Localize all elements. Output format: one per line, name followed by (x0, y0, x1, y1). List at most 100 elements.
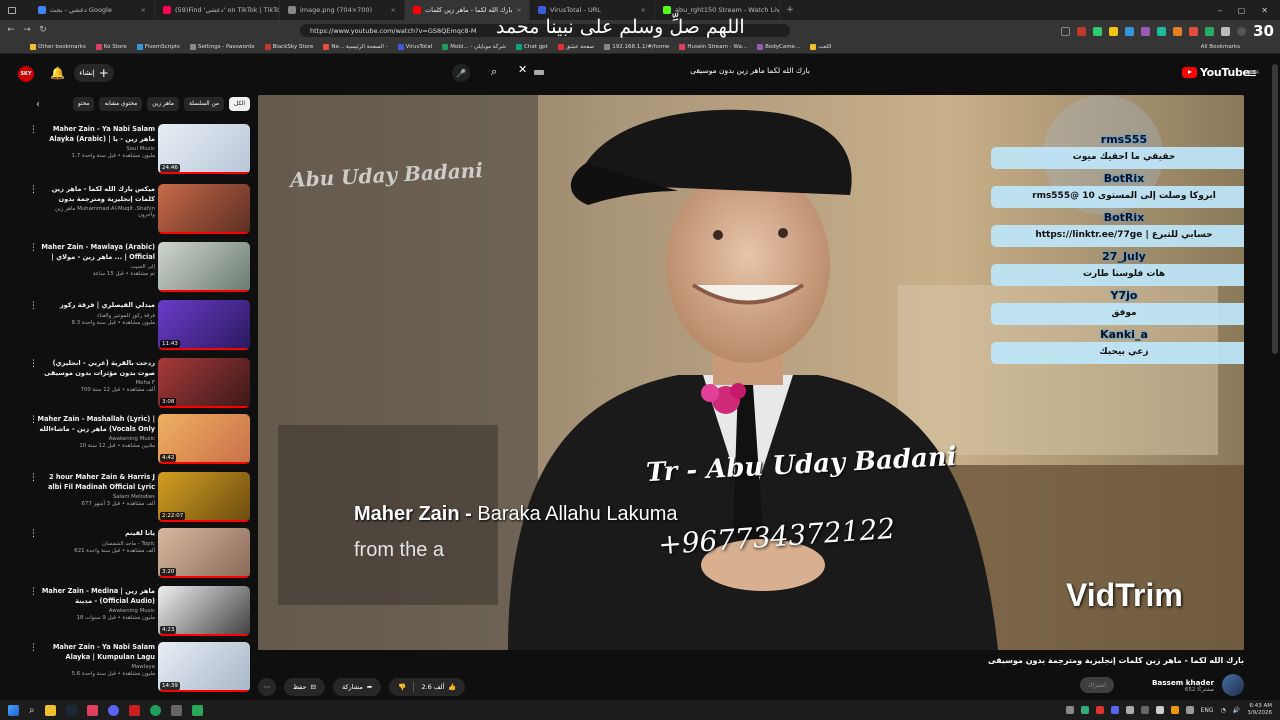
tray-icon[interactable] (1095, 706, 1104, 714)
more-options-icon[interactable]: ⋮ (29, 360, 38, 369)
forward-arrow-icon[interactable]: → (22, 25, 32, 35)
clear-search-icon[interactable]: ✕ (518, 63, 527, 76)
filter-chip[interactable]: محتو (72, 97, 95, 111)
recommended-video[interactable]: ⋮ ردحت بالقرية (عربي - انجليزي) صوت بدون … (25, 356, 253, 410)
extension-icon[interactable] (1109, 26, 1119, 36)
page-scrollbar[interactable] (1272, 64, 1278, 354)
more-options-icon[interactable]: ⋮ (29, 530, 38, 539)
browser-tab[interactable]: (59)Find 'دعشي' on TikTok | TikTok Se× (155, 0, 280, 20)
channel-avatar[interactable] (1222, 674, 1244, 696)
new-tab-button[interactable]: + (780, 5, 800, 15)
windows-start-icon[interactable] (8, 704, 19, 716)
bookmark-item[interactable]: 192.168.1.1/#/home (604, 43, 669, 50)
tray-icon[interactable] (1185, 706, 1194, 714)
search-input[interactable]: بارك الله لكما ماهر زين بدون موسيقى (560, 66, 810, 75)
bookmark-item[interactable]: Settings - Passwords (189, 43, 255, 50)
recommended-video[interactable]: ⋮ يانا لقيتم ماجد الشمسان - Topic 621 ألف م… (25, 526, 253, 580)
app-icon[interactable] (170, 704, 182, 716)
video-thumbnail[interactable]: 3:20 (158, 528, 250, 578)
more-options-icon[interactable]: ⋮ (29, 302, 38, 311)
extension-icon[interactable] (1173, 26, 1183, 36)
bookmark-item[interactable]: اللعب (810, 43, 831, 50)
share-button[interactable]: مشاركة ➦ (332, 678, 382, 696)
hamburger-menu-icon[interactable]: ≡ (1247, 66, 1257, 80)
minimize-icon[interactable]: – (1218, 6, 1222, 15)
tray-icon[interactable] (1080, 706, 1089, 714)
bookmark-item[interactable]: Other bookmarks (30, 43, 86, 50)
recommended-video[interactable]: ⋮ ميكس بارك الله لكما - ماهر زين كلمات إن… (25, 182, 253, 236)
bookmark-item[interactable]: Husein Stream - Wa... (679, 43, 747, 50)
steam-icon[interactable] (65, 704, 77, 716)
chrome-icon[interactable] (149, 704, 161, 716)
more-actions-button[interactable]: ⋯ (258, 678, 276, 696)
filter-chip[interactable]: ماهر زين (147, 97, 179, 111)
channel-name[interactable]: Bassem khader (1152, 678, 1214, 687)
recommended-video[interactable]: ⋮ Maher Zain - Medina | ماهر زين - مدينة … (25, 584, 253, 638)
more-options-icon[interactable]: ⋮ (29, 588, 38, 597)
maximize-icon[interactable]: ▢ (1238, 6, 1246, 15)
tray-icon[interactable] (1155, 706, 1164, 714)
tray-icon[interactable] (1170, 706, 1179, 714)
video-thumbnail[interactable] (158, 184, 250, 234)
filter-chip[interactable]: الكل (229, 97, 250, 111)
extension-icon[interactable] (1093, 26, 1103, 36)
notifications-bell-icon[interactable]: 🔔 (50, 66, 65, 80)
video-thumbnail[interactable]: 4:23 (158, 586, 250, 636)
more-options-icon[interactable]: ⋮ (29, 244, 38, 253)
tray-icon[interactable] (1065, 706, 1074, 714)
tray-icon[interactable] (1140, 706, 1149, 714)
reload-icon[interactable]: ↻ (38, 25, 48, 35)
more-options-icon[interactable]: ⋮ (29, 644, 38, 653)
wifi-icon[interactable]: ◔ (1221, 707, 1226, 714)
filter-chip[interactable]: من السلسلة (184, 97, 225, 111)
video-thumbnail[interactable]: 2:22:07 (158, 472, 250, 522)
video-thumbnail[interactable] (158, 242, 250, 292)
video-thumbnail[interactable]: 14:39 (158, 642, 250, 692)
extension-icon[interactable] (1221, 26, 1231, 36)
file-explorer-icon[interactable] (44, 704, 56, 716)
more-options-icon[interactable]: ⋮ (29, 186, 38, 195)
bookmark-item[interactable]: Mobi... - شركة موبايلي (442, 43, 506, 50)
browser-tab[interactable]: image.png (704×700) × (280, 0, 405, 20)
recommended-video[interactable]: ⋮ Maher Zain - Ya Nabi Salam Alayka (Arab… (25, 122, 253, 176)
profile-icon[interactable] (1237, 26, 1247, 36)
bookmark-item[interactable]: صفحة عشق (557, 43, 594, 50)
bookmark-item[interactable]: Chat gpt (516, 43, 548, 50)
dislike-icon[interactable]: 👎 (398, 683, 406, 691)
save-button[interactable]: حفظ ⊟ (284, 678, 325, 696)
more-options-icon[interactable]: ⋮ (29, 126, 38, 135)
bookmark-item[interactable]: BodyCame... (757, 43, 800, 50)
more-options-icon[interactable]: ⋮ (29, 474, 38, 483)
filter-chip[interactable]: محتوى مشابه (99, 97, 143, 111)
recommended-video[interactable]: ⋮ Maher Zain - Ya Nabi Salam Alayka | Kum… (25, 640, 253, 694)
video-player[interactable]: Abu Uday Badani Tr - Abu Uday Badani Mah… (258, 95, 1244, 650)
bookmark-item[interactable]: BlackSky Store (264, 43, 313, 50)
tab-close-icon[interactable]: × (641, 6, 646, 14)
tab-search-icon[interactable] (8, 6, 16, 14)
recommended-video[interactable]: ⋮ ميدلي الفيصلري | فرقة ركوز فرقة ركوز للم… (25, 298, 253, 352)
app-icon[interactable] (86, 704, 98, 716)
extension-icon[interactable] (1157, 26, 1167, 36)
tray-icon[interactable] (1110, 706, 1119, 714)
tab-close-icon[interactable]: × (516, 6, 521, 14)
language-indicator[interactable]: ENG (1201, 707, 1214, 714)
search-icon[interactable]: ⌕ (491, 65, 497, 79)
bookmark-item[interactable]: VirusTotal (397, 43, 432, 50)
tray-icon[interactable] (1125, 706, 1134, 714)
app-icon[interactable] (191, 704, 203, 716)
volume-icon[interactable]: 🔊 (1233, 707, 1240, 714)
bookmark-item[interactable]: Ne... الصفحة الرئيسية - (323, 43, 388, 50)
keyboard-icon[interactable] (534, 70, 544, 75)
extension-icon[interactable] (1125, 26, 1135, 36)
recommended-video[interactable]: ⋮ Maher Zain - Mawlaya (Arabic) | ماهر زي… (25, 240, 253, 294)
video-thumbnail[interactable]: 24:46 (158, 124, 250, 174)
video-thumbnail[interactable]: 3:08 (158, 358, 250, 408)
video-thumbnail[interactable]: 11:43 (158, 300, 250, 350)
extension-icon[interactable] (1189, 26, 1199, 36)
more-options-icon[interactable]: ⋮ (29, 416, 38, 425)
browser-tab[interactable]: دعشي - بحث Google × (30, 0, 155, 20)
recommended-video[interactable]: ⋮ Maher Zain - Mashallah (Lyric) | ماهر ز… (25, 412, 253, 466)
recommended-video[interactable]: ⋮ 2 hour Maher Zain & Harris J albi Fil M… (25, 470, 253, 524)
close-window-icon[interactable]: ✕ (1261, 6, 1268, 15)
app-icon[interactable] (128, 704, 140, 716)
